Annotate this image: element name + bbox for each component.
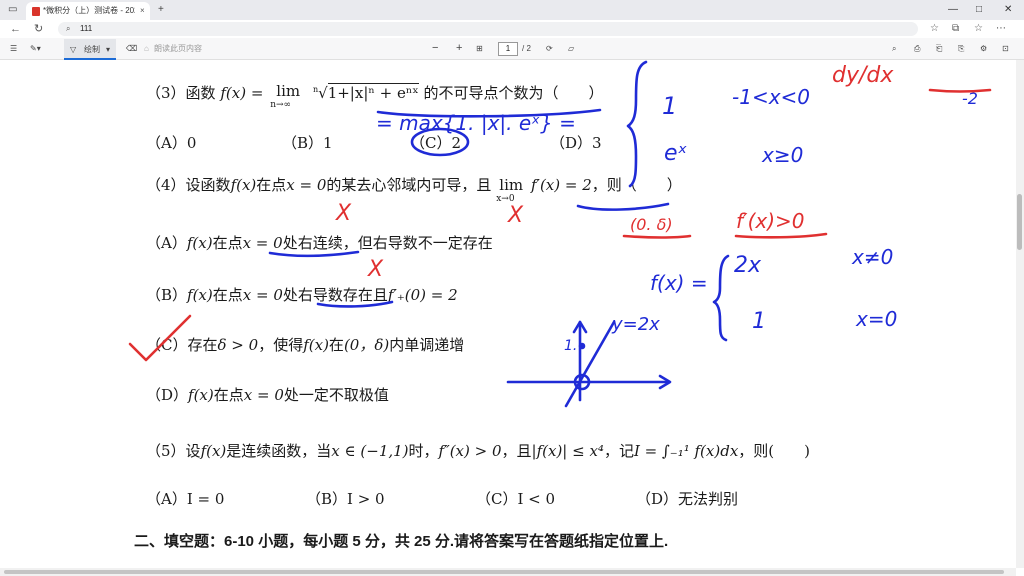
ink-axis-one: 1.: [564, 338, 577, 354]
eraser-icon[interactable]: ⌫: [126, 38, 137, 59]
ink-y-eq-2x: y=2x: [611, 314, 660, 335]
read-aloud-label: 朗读此页内容: [154, 44, 202, 53]
pin-icon[interactable]: ⊡: [1002, 38, 1009, 59]
url-field[interactable]: ⌕ 111: [58, 22, 918, 36]
save-icon[interactable]: ⎗: [936, 38, 942, 59]
search-icon[interactable]: ⌕: [892, 38, 896, 59]
ink-interval-note: (0. δ): [630, 215, 673, 234]
page-total: / 2: [522, 44, 531, 53]
ink-underline-derivative: [576, 202, 670, 211]
ink-check-c: [128, 314, 192, 362]
pdf-icon: [32, 7, 40, 16]
tab-title: *微积分（上）测试卷 - 2026(1).p: [43, 6, 135, 15]
ink-2x: 2x: [734, 253, 762, 278]
ink-brace-piecewise: [626, 60, 648, 188]
ink-fprime-note: f′(x)>0: [736, 209, 805, 233]
ink-cond2: x≥0: [761, 143, 803, 167]
ink-underline-b: [316, 300, 394, 308]
ink-underline-fprime: [734, 232, 828, 239]
favorites-icon[interactable]: ☆: [974, 20, 983, 38]
ink-one: 1: [752, 309, 766, 334]
url-text: 111: [80, 24, 93, 33]
refresh-icon[interactable]: ↻: [34, 20, 43, 38]
ink-dydx: dy/dx: [832, 63, 894, 88]
ink-minus2: -2: [962, 89, 978, 108]
ink-line-y2x: [564, 320, 616, 408]
more-icon[interactable]: ⋯: [996, 20, 1006, 38]
pdf-page: （3）函数 f(x) = lim n→∞ n√1+|x|ⁿ + eⁿˣ 的不可导…: [0, 60, 1016, 568]
back-icon[interactable]: ←: [10, 20, 21, 38]
read-aloud-button[interactable]: ⌂: [144, 38, 149, 59]
fit-icon[interactable]: ⊞: [476, 38, 483, 59]
horizontal-scroll-thumb[interactable]: [4, 570, 1004, 574]
window-menu-icon[interactable]: ▭: [8, 0, 17, 20]
ink-underline-a: [268, 250, 360, 258]
maximize-button[interactable]: □: [976, 0, 982, 20]
ink-cross-b: X: [367, 257, 384, 282]
view-icon[interactable]: ▱: [568, 38, 574, 59]
draw-label: 绘制: [84, 45, 100, 54]
print-icon[interactable]: ⎙: [914, 38, 920, 59]
ink-cross-a: X: [335, 201, 352, 226]
contents-icon[interactable]: ☰: [10, 38, 17, 59]
ink-brace-fx: [712, 254, 730, 342]
ink-cross-a2: X: [507, 203, 524, 228]
star-icon[interactable]: ☆: [930, 20, 939, 38]
ink-cond1: -1<x<0: [732, 85, 810, 109]
highlighter-icon[interactable]: ✎▾: [30, 38, 41, 59]
zoom-out-button[interactable]: −: [432, 38, 438, 59]
vertical-scroll-thumb[interactable]: [1017, 194, 1022, 250]
settings-icon[interactable]: ⚙: [980, 38, 987, 59]
zoom-in-button[interactable]: +: [456, 38, 462, 59]
address-bar: ← ↻ ⌕ 111 ☆ ⧉ ☆ ⋯: [0, 20, 1024, 39]
new-tab-button[interactable]: +: [158, 0, 164, 20]
rotate-icon[interactable]: ⟳: [546, 38, 553, 59]
ink-x-neq0: x≠0: [851, 245, 893, 269]
close-window-button[interactable]: ✕: [1004, 0, 1012, 20]
vertical-scrollbar[interactable]: [1016, 60, 1024, 568]
ink-x-eq0: x=0: [855, 307, 897, 331]
chevron-down-icon: ▾: [106, 45, 111, 54]
search-icon: ⌕: [66, 24, 71, 33]
active-tab[interactable]: *微积分（上）测试卷 - 2026(1).p ×: [26, 2, 150, 20]
collections-icon[interactable]: ⧉: [952, 20, 959, 38]
ink-max-note: = max{1. |x|. eˣ} =: [376, 111, 576, 135]
ink-piece-ex: eˣ: [664, 141, 688, 166]
pdf-toolbar: ☰ ✎▾ ▽ 绘制 ▾ ⌫ ⌂ 朗读此页内容 − + ⊞ 1 / 2 ⟳ ▱ ⌕…: [0, 38, 1024, 60]
ink-fx-def: f(x) =: [650, 271, 708, 295]
draw-button[interactable]: ▽ 绘制 ▾: [64, 39, 116, 60]
ink-underline-dydx: [928, 88, 992, 93]
ink-point-one: [578, 342, 586, 350]
page-number-input[interactable]: 1: [498, 42, 518, 56]
tab-bar: ▭ *微积分（上）测试卷 - 2026(1).p × + — □ ✕: [0, 0, 1024, 20]
pen-icon: ▽: [70, 45, 77, 54]
ink-layer: = max{1. |x|. eˣ} = 1 eˣ -1<x<0 x≥0 -2 f…: [128, 60, 992, 408]
ink-underline-interval: [622, 234, 692, 239]
minimize-button[interactable]: —: [948, 0, 958, 20]
save-as-icon[interactable]: ⎘: [958, 38, 964, 59]
ink-piece-one: 1: [662, 92, 677, 120]
tab-close-button[interactable]: ×: [140, 2, 145, 20]
